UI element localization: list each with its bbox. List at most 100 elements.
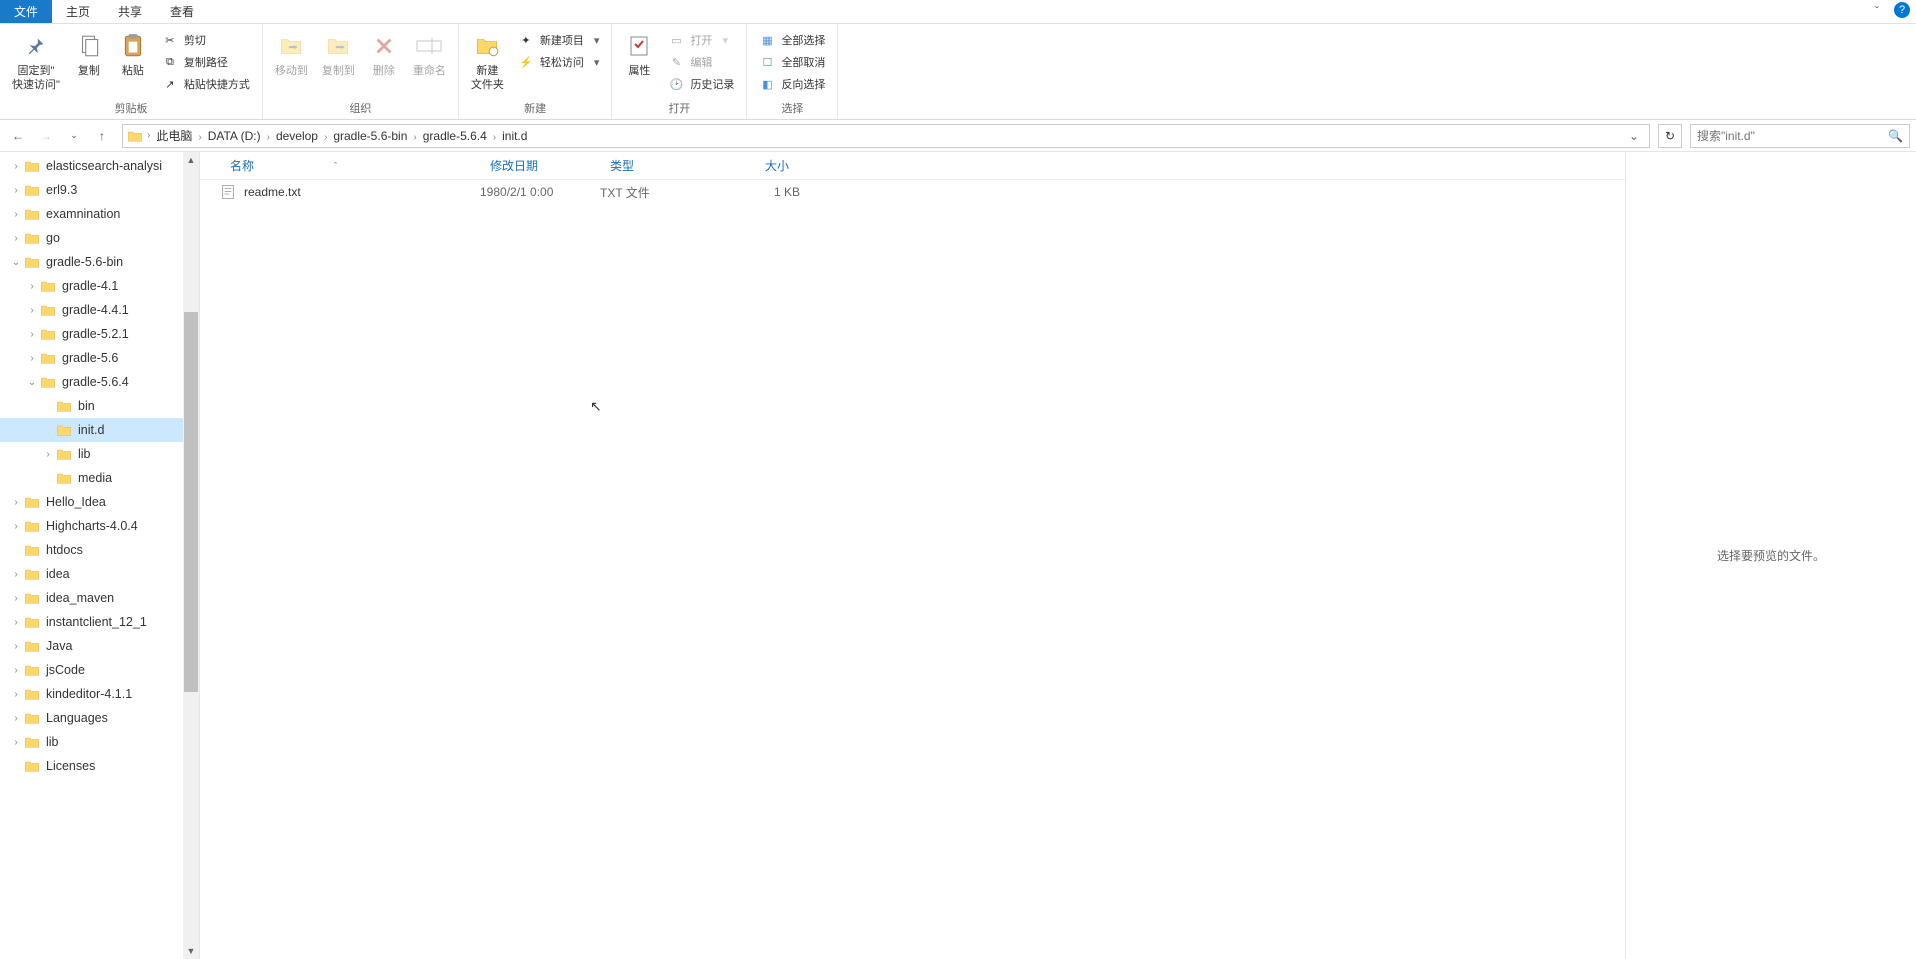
expand-icon[interactable]: › <box>8 593 24 604</box>
tree-item[interactable]: ›lib <box>0 442 184 466</box>
file-row[interactable]: readme.txt1980/2/1 0:00TXT 文件1 KB <box>200 180 1625 204</box>
search-box[interactable]: 🔍 <box>1690 124 1910 148</box>
expand-icon[interactable]: › <box>8 185 24 196</box>
tree-item[interactable]: ›lib <box>0 730 184 754</box>
move-to-button[interactable]: 移动到 <box>269 26 314 78</box>
invert-selection-button[interactable]: ◧反向选择 <box>753 74 831 94</box>
refresh-button[interactable]: ↻ <box>1658 124 1682 148</box>
column-date[interactable]: 修改日期 <box>480 157 600 174</box>
tree-item[interactable]: ›idea_maven <box>0 586 184 610</box>
tree-item[interactable]: htdocs <box>0 538 184 562</box>
tree-item[interactable]: media <box>0 466 184 490</box>
tree-item[interactable]: ›instantclient_12_1 <box>0 610 184 634</box>
pin-quick-access-button[interactable]: 固定到" 快速访问" <box>6 26 66 92</box>
expand-icon[interactable]: › <box>40 449 56 460</box>
tree-item[interactable]: ›Highcharts-4.0.4 <box>0 514 184 538</box>
expand-icon[interactable]: › <box>8 521 24 532</box>
tab-view[interactable]: 查看 <box>156 0 208 23</box>
expand-icon[interactable]: › <box>24 281 40 292</box>
minimize-ribbon-icon[interactable]: ˇ <box>1868 2 1886 20</box>
nav-forward-button[interactable]: → <box>34 124 58 148</box>
copy-path-button[interactable]: ⧉复制路径 <box>156 52 256 72</box>
edit-button[interactable]: ✎编辑 <box>662 52 740 72</box>
address-bar[interactable]: › 此电脑›DATA (D:)›develop›gradle-5.6-bin›g… <box>122 124 1650 148</box>
nav-history-dropdown[interactable]: ⌄ <box>62 124 86 148</box>
tab-file[interactable]: 文件 <box>0 0 52 23</box>
expand-icon[interactable]: › <box>8 617 24 628</box>
cut-button[interactable]: ✂剪切 <box>156 30 256 50</box>
expand-icon[interactable]: › <box>8 641 24 652</box>
column-type[interactable]: 类型 <box>600 157 720 174</box>
properties-button[interactable]: 属性 <box>618 26 660 78</box>
nav-up-button[interactable]: ↑ <box>90 124 114 148</box>
tree-item[interactable]: ›kindeditor-4.1.1 <box>0 682 184 706</box>
paste-button[interactable]: 粘贴 <box>112 26 154 78</box>
expand-icon[interactable]: › <box>24 305 40 316</box>
expand-icon[interactable]: › <box>8 737 24 748</box>
scroll-down-icon[interactable]: ▼ <box>183 943 199 959</box>
tree-item[interactable]: ⌄gradle-5.6-bin <box>0 250 184 274</box>
history-button[interactable]: 🕑历史记录 <box>662 74 740 94</box>
expand-icon[interactable]: › <box>8 689 24 700</box>
scroll-up-icon[interactable]: ▲ <box>183 152 199 168</box>
tab-share[interactable]: 共享 <box>104 0 156 23</box>
tree-item[interactable]: ›gradle-5.6 <box>0 346 184 370</box>
tree-item[interactable]: ›Languages <box>0 706 184 730</box>
breadcrumb-item[interactable]: 此电脑 <box>150 129 198 143</box>
tree-item[interactable]: ›erl9.3 <box>0 178 184 202</box>
collapse-icon[interactable]: ⌄ <box>8 257 24 268</box>
copy-button[interactable]: 复制 <box>68 26 110 78</box>
tree-item[interactable]: ›idea <box>0 562 184 586</box>
tree-item[interactable]: bin <box>0 394 184 418</box>
expand-icon[interactable]: › <box>8 233 24 244</box>
breadcrumb-item[interactable]: gradle-5.6-bin <box>327 129 413 143</box>
tree-item[interactable]: ›examnination <box>0 202 184 226</box>
expand-icon[interactable]: › <box>8 497 24 508</box>
paste-shortcut-button[interactable]: ↗粘贴快捷方式 <box>156 74 256 94</box>
search-icon[interactable]: 🔍 <box>1888 129 1903 143</box>
tree-item[interactable]: init.d <box>0 418 184 442</box>
expand-icon[interactable]: › <box>24 329 40 340</box>
breadcrumb-item[interactable]: DATA (D:) <box>202 129 267 143</box>
column-size[interactable]: 大小 <box>720 157 800 174</box>
select-all-button[interactable]: ▦全部选择 <box>753 30 831 50</box>
rename-button[interactable]: 重命名 <box>407 26 452 78</box>
expand-icon[interactable]: › <box>8 161 24 172</box>
tree-item[interactable]: ›Hello_Idea <box>0 490 184 514</box>
delete-button[interactable]: 删除 <box>363 26 405 78</box>
open-button[interactable]: ▭打开▾ <box>662 30 740 50</box>
tree-item[interactable]: ›gradle-4.1 <box>0 274 184 298</box>
breadcrumb-item[interactable]: init.d <box>496 129 533 143</box>
scroll-thumb[interactable] <box>184 312 198 692</box>
expand-icon[interactable]: › <box>24 353 40 364</box>
expand-icon[interactable]: › <box>8 209 24 220</box>
tree-item[interactable]: ›gradle-5.2.1 <box>0 322 184 346</box>
new-folder-button[interactable]: 新建 文件夹 <box>465 26 510 92</box>
easy-access-button[interactable]: ⚡轻松访问▾ <box>512 52 606 72</box>
expand-icon[interactable]: › <box>8 665 24 676</box>
expand-icon[interactable]: › <box>8 713 24 724</box>
column-name[interactable]: 名称ˆ <box>220 157 480 174</box>
collapse-icon[interactable]: ⌄ <box>24 377 40 388</box>
tree-item[interactable]: ›elasticsearch-analysi <box>0 154 184 178</box>
expand-icon[interactable]: › <box>8 569 24 580</box>
tree-scrollbar[interactable]: ▲ ▼ <box>183 152 199 959</box>
tab-home[interactable]: 主页 <box>52 0 104 23</box>
breadcrumb-item[interactable]: develop <box>270 129 324 143</box>
tree-item[interactable]: ⌄gradle-5.6.4 <box>0 370 184 394</box>
breadcrumb-item[interactable]: gradle-5.6.4 <box>417 129 493 143</box>
tree-item[interactable]: ›go <box>0 226 184 250</box>
tree-item[interactable]: Licenses <box>0 754 184 778</box>
select-none-button[interactable]: ☐全部取消 <box>753 52 831 72</box>
address-dropdown[interactable]: ⌄ <box>1623 129 1645 143</box>
tree-item[interactable]: ›Java <box>0 634 184 658</box>
folder-icon <box>56 446 72 462</box>
new-item-button[interactable]: ✦新建项目▾ <box>512 30 606 50</box>
help-icon[interactable]: ? <box>1894 2 1910 18</box>
search-input[interactable] <box>1697 129 1888 143</box>
file-rows[interactable]: readme.txt1980/2/1 0:00TXT 文件1 KB ↖ <box>200 180 1625 959</box>
nav-back-button[interactable]: ← <box>6 124 30 148</box>
tree-item[interactable]: ›jsCode <box>0 658 184 682</box>
copy-to-button[interactable]: 复制到 <box>316 26 361 78</box>
tree-item[interactable]: ›gradle-4.4.1 <box>0 298 184 322</box>
